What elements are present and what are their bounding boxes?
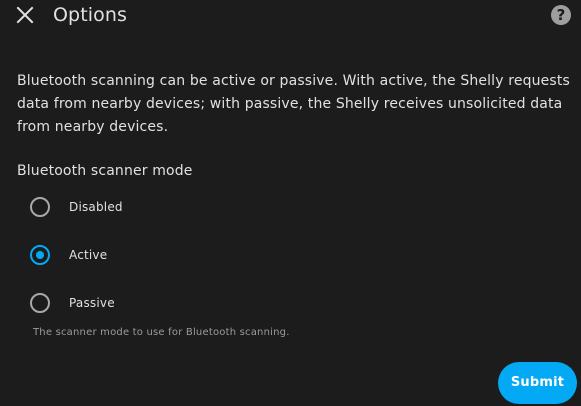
radio-label-passive: Passive <box>69 296 115 310</box>
radio-button-disabled[interactable] <box>30 197 50 217</box>
radio-label-active: Active <box>69 248 108 262</box>
submit-button[interactable]: Submit <box>498 362 577 404</box>
radio-button-active[interactable] <box>30 245 50 265</box>
dialog-title: Options <box>53 4 128 26</box>
radio-label-disabled: Disabled <box>69 200 123 214</box>
options-dialog: Options ? Bluetooth scanning can be acti… <box>0 0 581 406</box>
helper-text: The scanner mode to use for Bluetooth sc… <box>33 327 290 338</box>
scanner-mode-label: Bluetooth scanner mode <box>17 163 193 179</box>
radio-button-passive[interactable] <box>30 293 50 313</box>
radio-option-active[interactable]: Active <box>27 239 107 271</box>
radio-option-disabled[interactable]: Disabled <box>27 191 123 223</box>
help-button[interactable]: ? <box>551 5 571 25</box>
description-text: Bluetooth scanning can be active or pass… <box>17 73 570 135</box>
close-icon <box>16 6 34 24</box>
help-circle-icon: ? <box>556 6 566 24</box>
dialog-header: Options ? <box>0 0 581 32</box>
radio-option-passive[interactable]: Passive <box>27 287 115 319</box>
close-button[interactable] <box>13 3 37 27</box>
radio-selected-dot <box>36 251 44 259</box>
